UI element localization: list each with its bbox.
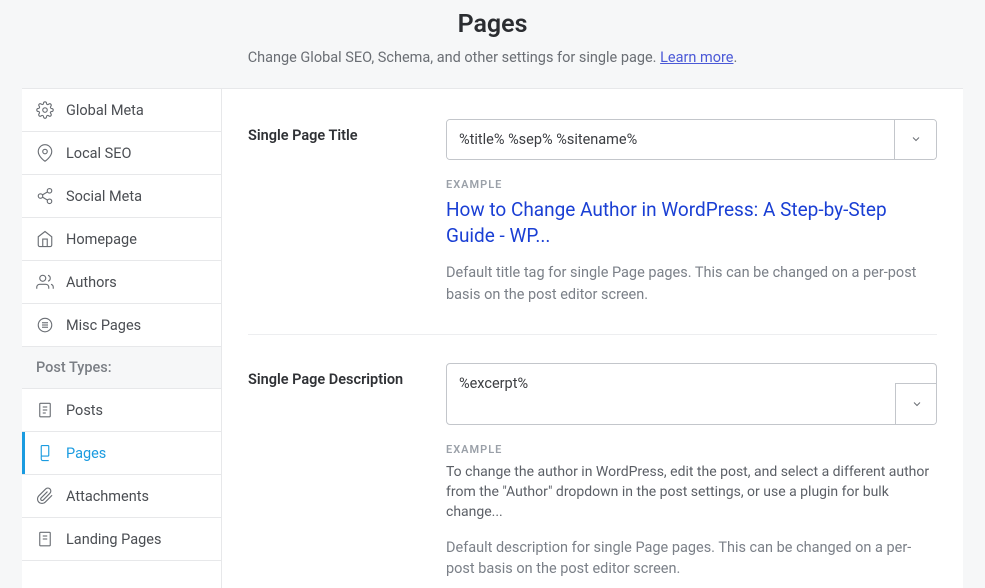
sidebar-item-misc-pages[interactable]: Misc Pages [22,304,221,347]
field-single-page-title: Single Page Title EXAMPLE How to Change … [248,119,937,335]
sidebar-item-label: Posts [66,402,103,419]
help-text: Default description for single Page page… [446,537,937,581]
description-variables-dropdown[interactable] [895,383,937,425]
page-title: Pages [0,10,985,39]
paperclip-icon [36,487,54,505]
example-label: EXAMPLE [446,178,937,191]
learn-more-link[interactable]: Learn more [660,49,733,66]
landing-page-icon [36,530,54,548]
sidebar-item-homepage[interactable]: Homepage [22,218,221,261]
post-icon [36,401,54,419]
sidebar-item-authors[interactable]: Authors [22,261,221,304]
help-text: Default title tag for single Page pages.… [446,262,937,306]
sidebar-item-label: Social Meta [66,188,142,205]
chevron-down-icon [911,395,923,414]
field-label: Single Page Title [248,119,418,306]
sidebar-item-social-meta[interactable]: Social Meta [22,175,221,218]
single-page-description-input[interactable]: %excerpt% [447,364,895,424]
sidebar-item-label: Misc Pages [66,317,141,334]
field-single-page-description: Single Page Description %excerpt% EXAMPL… [248,363,937,588]
subtitle-text: Change Global SEO, Schema, and other set… [248,49,660,66]
users-icon [36,273,54,291]
example-description-preview: To change the author in WordPress, edit … [446,462,937,523]
sidebar-item-pages[interactable]: Pages [22,432,221,475]
page-subtitle: Change Global SEO, Schema, and other set… [0,49,985,66]
description-input-group: %excerpt% [446,363,937,425]
page-icon [36,444,54,462]
sidebar-item-label: Authors [66,274,117,291]
chevron-down-icon [910,130,922,149]
field-label: Single Page Description [248,363,418,580]
title-variables-dropdown[interactable] [894,120,936,159]
gear-icon [36,101,54,119]
sidebar-group-label: Post Types: [22,347,221,389]
sidebar: Global Meta Local SEO Social Meta Homepa… [22,89,222,588]
subtitle-text-end: . [733,49,737,66]
sidebar-item-local-seo[interactable]: Local SEO [22,132,221,175]
main-panel: Global Meta Local SEO Social Meta Homepa… [22,88,963,588]
sidebar-item-label: Pages [66,445,106,462]
title-input-group [446,119,937,160]
home-icon [36,230,54,248]
sidebar-item-label: Local SEO [66,145,132,162]
example-label: EXAMPLE [446,443,937,456]
share-icon [36,187,54,205]
sidebar-item-label: Landing Pages [66,531,161,548]
group-label-text: Post Types: [36,359,112,376]
map-pin-icon [36,144,54,162]
sidebar-item-label: Global Meta [66,102,144,119]
content-area: Single Page Title EXAMPLE How to Change … [222,89,963,588]
list-icon [36,316,54,334]
sidebar-item-label: Attachments [66,488,149,505]
sidebar-item-label: Homepage [66,231,137,248]
example-title-preview: How to Change Author in WordPress: A Ste… [446,197,937,248]
sidebar-item-global-meta[interactable]: Global Meta [22,89,221,132]
sidebar-item-landing-pages[interactable]: Landing Pages [22,518,221,561]
single-page-title-input[interactable] [447,120,894,159]
page-header: Pages Change Global SEO, Schema, and oth… [0,0,985,88]
sidebar-item-posts[interactable]: Posts [22,389,221,432]
sidebar-item-attachments[interactable]: Attachments [22,475,221,518]
